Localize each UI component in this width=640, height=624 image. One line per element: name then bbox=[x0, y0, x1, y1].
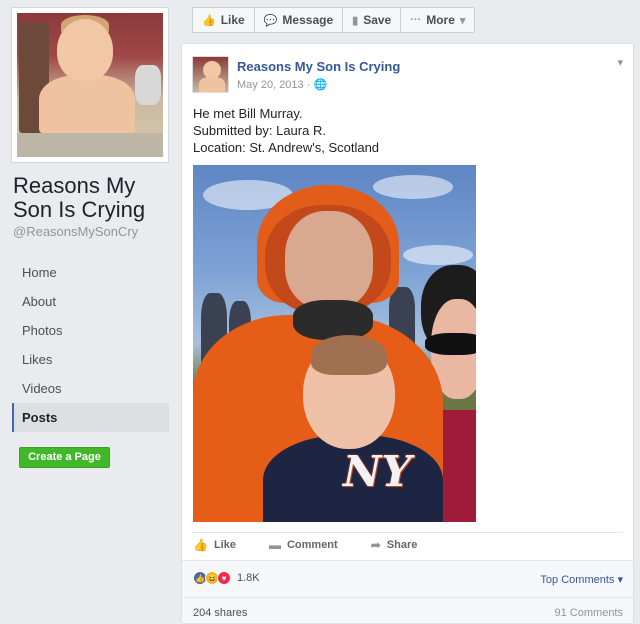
profile-picture[interactable] bbox=[11, 7, 169, 163]
comment-icon: ▬ bbox=[268, 538, 281, 552]
ellipsis-icon: ··· bbox=[410, 14, 422, 26]
divider bbox=[192, 532, 623, 533]
nav-item-videos[interactable]: Videos bbox=[12, 374, 169, 403]
profile-photo bbox=[17, 13, 163, 157]
post-date[interactable]: May 20, 2013 bbox=[237, 79, 304, 91]
reactions-summary[interactable]: 👍 😆 ♥ 1.8K bbox=[193, 571, 260, 585]
page-like-label: Like bbox=[220, 13, 245, 27]
page-like-button[interactable]: 👍 Like bbox=[193, 8, 255, 32]
page-nav: Home About Photos Likes Videos Posts bbox=[12, 258, 169, 432]
message-icon: 💬 bbox=[263, 14, 278, 27]
post-meta: May 20, 2013 · 🌐 bbox=[237, 78, 327, 91]
post-card: Reasons My Son Is Crying May 20, 2013 · … bbox=[181, 43, 634, 624]
caret-down-icon: ▾ bbox=[617, 574, 623, 586]
love-reaction-icon: ♥ bbox=[217, 571, 231, 585]
post-author-name[interactable]: Reasons My Son Is Crying bbox=[237, 59, 400, 74]
reaction-count: 1.8K bbox=[237, 572, 260, 584]
top-comments-dropdown[interactable]: Top Comments ▾ bbox=[540, 573, 623, 586]
page-title[interactable]: Reasons My Son Is Crying bbox=[13, 174, 173, 222]
post-actions: 👍 Like ▬ Comment ➦ Share bbox=[193, 538, 417, 552]
save-button[interactable]: ▮ Save bbox=[343, 8, 402, 32]
post-text-line: Submitted by: Laura R. bbox=[193, 123, 326, 138]
thumbs-up-icon: 👍 bbox=[193, 538, 208, 552]
nav-item-about[interactable]: About bbox=[12, 287, 169, 316]
post-like-label: Like bbox=[213, 539, 236, 551]
nav-item-home[interactable]: Home bbox=[12, 258, 169, 287]
post-comment-label: Comment bbox=[286, 539, 338, 551]
page-handle: @ReasonsMySonCry bbox=[13, 224, 139, 239]
caret-down-icon: ▾ bbox=[459, 14, 466, 27]
comments-count[interactable]: 91 Comments bbox=[555, 607, 623, 619]
post-photo[interactable]: NY bbox=[193, 165, 476, 522]
nav-item-photos[interactable]: Photos bbox=[12, 316, 169, 345]
post-text: He met Bill Murray. Submitted by: Laura … bbox=[193, 105, 379, 156]
more-label: More bbox=[426, 13, 455, 27]
post-text-line: Location: St. Andrew's, Scotland bbox=[193, 140, 380, 155]
shirt-logo: NY bbox=[343, 447, 412, 496]
message-label: Message bbox=[282, 13, 334, 27]
post-options-chevron-icon[interactable]: ▾ bbox=[617, 56, 623, 69]
bookmark-icon: ▮ bbox=[352, 14, 359, 27]
shares-count[interactable]: 204 shares bbox=[193, 607, 247, 619]
thumbs-up-icon: 👍 bbox=[202, 14, 216, 27]
post-comment-button[interactable]: ▬ Comment bbox=[269, 538, 338, 552]
share-arrow-icon: ➦ bbox=[370, 538, 381, 552]
post-share-button[interactable]: ➦ Share bbox=[371, 538, 418, 552]
more-button[interactable]: ··· More ▾ bbox=[401, 8, 474, 32]
divider bbox=[182, 597, 633, 598]
left-column: Reasons My Son Is Crying @ReasonsMySonCr… bbox=[0, 0, 180, 624]
post-like-button[interactable]: 👍 Like bbox=[193, 538, 236, 552]
save-label: Save bbox=[363, 13, 392, 27]
page-action-bar: 👍 Like 💬 Message ▮ Save ··· More ▾ bbox=[192, 7, 476, 33]
top-comments-label: Top Comments bbox=[540, 574, 615, 586]
post-footer: 👍 😆 ♥ 1.8K Top Comments ▾ 204 shares 91 … bbox=[182, 560, 633, 623]
globe-icon: 🌐 bbox=[313, 79, 328, 91]
post-text-line: He met Bill Murray. bbox=[193, 106, 303, 121]
nav-item-likes[interactable]: Likes bbox=[12, 345, 169, 374]
post-author-avatar[interactable] bbox=[192, 56, 229, 93]
message-button[interactable]: 💬 Message bbox=[255, 8, 344, 32]
create-page-button[interactable]: Create a Page bbox=[19, 447, 110, 468]
post-share-label: Share bbox=[386, 539, 418, 551]
nav-item-posts[interactable]: Posts bbox=[12, 403, 169, 432]
